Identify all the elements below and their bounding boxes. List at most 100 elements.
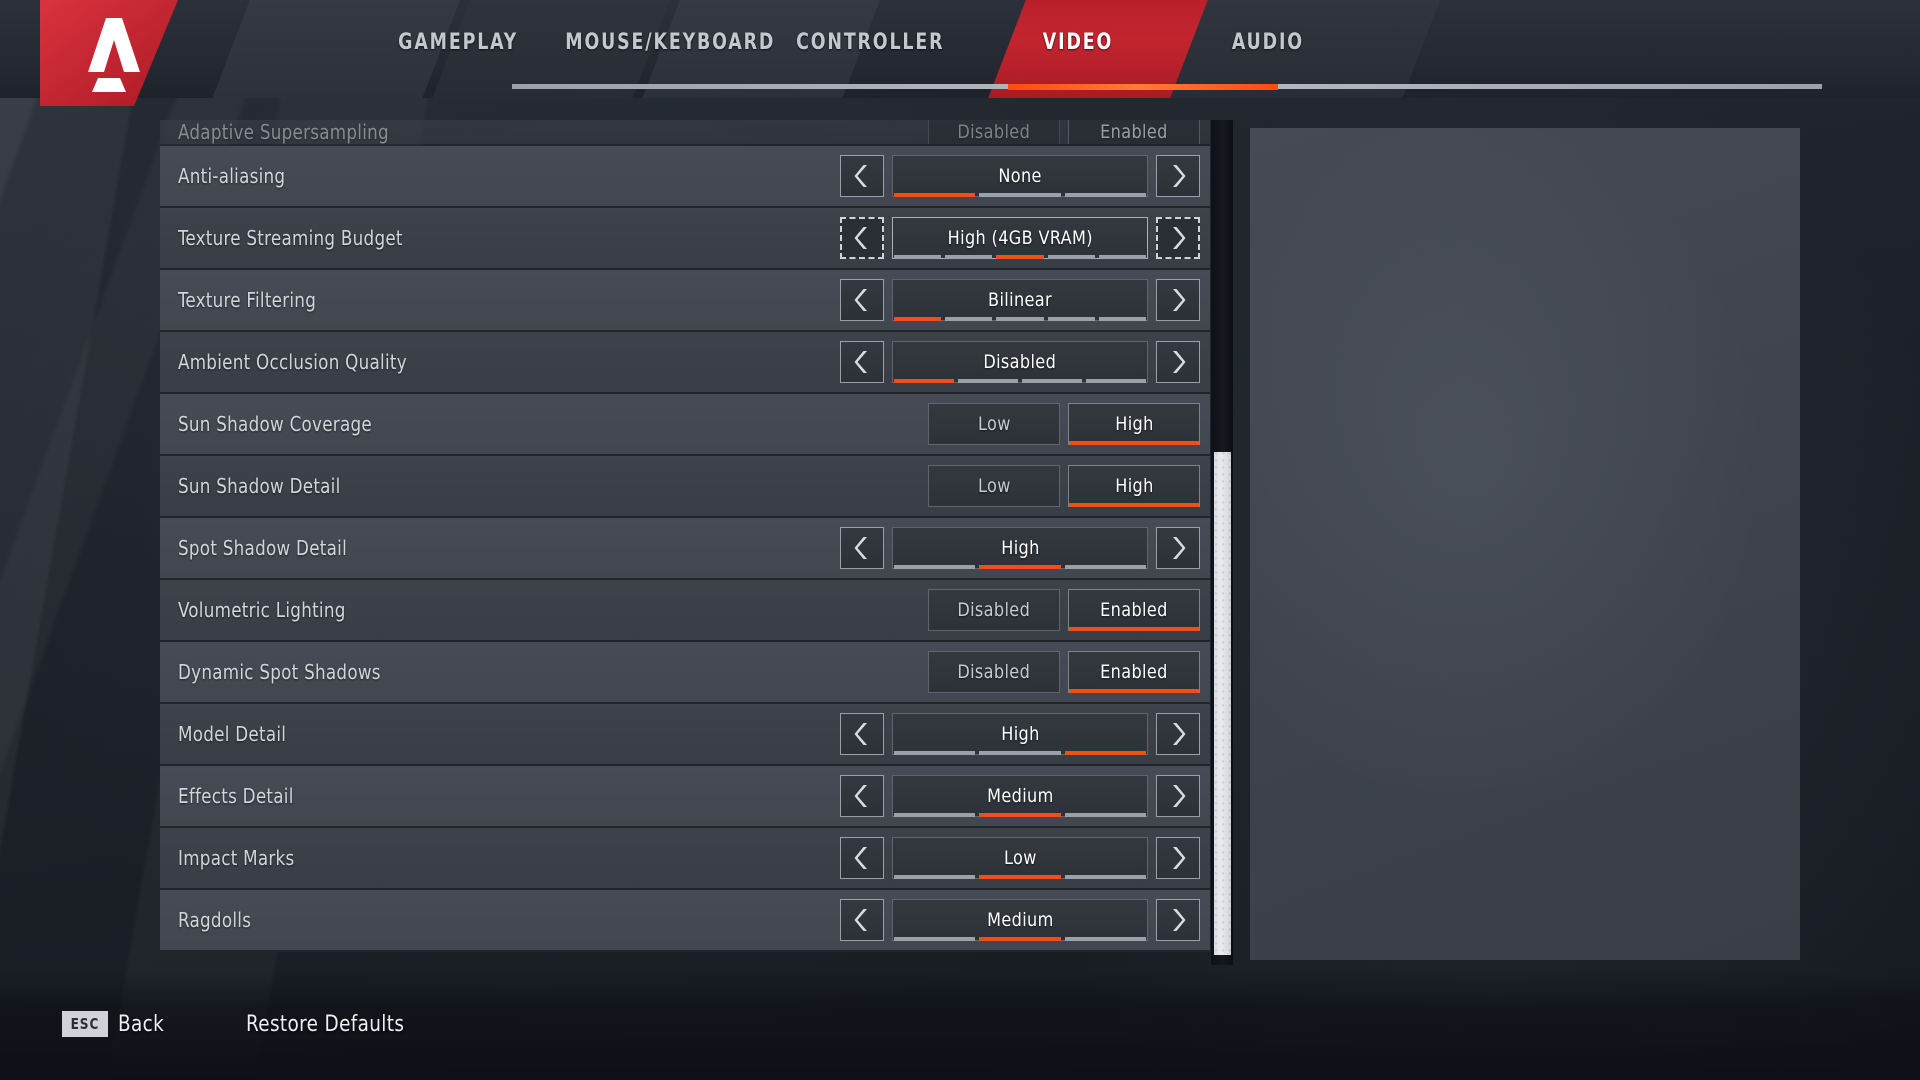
level-segment [945,255,993,259]
level-segment [894,193,976,197]
level-segment [1047,317,1095,321]
tab-mouse-keyboard[interactable]: MOUSE/KEYBOARD [545,0,795,98]
level-segment [894,937,976,941]
level-segment [1086,379,1146,383]
decrement-arrow-left-icon-ambient-occlusion-quality[interactable] [840,341,884,383]
setting-control-impact-marks: Low [840,837,1200,879]
esc-key-badge: ESC [62,1011,108,1037]
setting-label-volumetric-lighting: Volumetric Lighting [178,598,346,622]
decrement-arrow-left-icon-model-detail[interactable] [840,713,884,755]
decrement-arrow-left-icon-texture-streaming-budget[interactable] [840,217,884,259]
setting-row-spot-shadow-detail[interactable]: Spot Shadow Detail High [160,518,1210,580]
esc-key-label: ESC [70,1015,100,1033]
level-segment [894,813,976,817]
increment-arrow-right-icon-effects-detail[interactable] [1156,775,1200,817]
increment-arrow-right-icon-texture-filtering[interactable] [1156,279,1200,321]
setting-value-impact-marks[interactable]: Low [892,837,1148,879]
setting-value-texture-streaming-budget[interactable]: High (4GB VRAM) [892,217,1148,259]
setting-value-label-impact-marks: Low [1003,847,1037,869]
decrement-arrow-left-icon-spot-shadow-detail[interactable] [840,527,884,569]
setting-control-dynamic-spot-shadows: Disabled Enabled [928,651,1200,693]
level-segment [1022,379,1082,383]
increment-arrow-right-icon-spot-shadow-detail[interactable] [1156,527,1200,569]
setting-row-sun-shadow-detail[interactable]: Sun Shadow Detail Low High [160,456,1210,518]
toggle-option-high-sun-shadow-detail[interactable]: High [1068,465,1200,507]
toggle-option-label: Disabled [957,661,1031,683]
toggle-option-label: Low [977,475,1011,497]
increment-arrow-right-icon-model-detail[interactable] [1156,713,1200,755]
setting-row-texture-filtering[interactable]: Texture Filtering Bilinear [160,270,1210,332]
toggle-option-high-sun-shadow-coverage[interactable]: High [1068,403,1200,445]
setting-control-ragdolls: Medium [840,899,1200,941]
setting-value-anti-aliasing[interactable]: None [892,155,1148,197]
level-segment [894,875,976,879]
setting-label-model-detail: Model Detail [178,722,287,746]
setting-control-adaptive-supersampling: Disabled Enabled [928,120,1200,144]
tab-mouse-keyboard-label: MOUSE/KEYBOARD [565,29,775,55]
level-segment [996,255,1044,259]
level-segment [1064,875,1146,879]
setting-value-texture-filtering[interactable]: Bilinear [892,279,1148,321]
setting-level-indicator-model-detail [893,751,1147,755]
toggle-option-enabled-dynamic-spot-shadows[interactable]: Enabled [1068,651,1200,693]
setting-label-texture-filtering: Texture Filtering [178,288,317,312]
increment-arrow-right-icon-impact-marks[interactable] [1156,837,1200,879]
setting-row-adaptive-supersampling[interactable]: Adaptive Supersampling Disabled Enabled [160,120,1210,146]
setting-label-dynamic-spot-shadows: Dynamic Spot Shadows [178,660,381,684]
setting-value-effects-detail[interactable]: Medium [892,775,1148,817]
level-segment [945,317,993,321]
decrement-arrow-left-icon-anti-aliasing[interactable] [840,155,884,197]
toggle-option-label: Enabled [1100,599,1168,621]
toggle-option-disabled-volumetric-lighting[interactable]: Disabled [928,589,1060,631]
decrement-arrow-left-icon-ragdolls[interactable] [840,899,884,941]
setting-level-indicator-ambient-occlusion-quality [893,379,1147,383]
level-segment [979,875,1061,879]
toggle-option-disabled-dynamic-spot-shadows[interactable]: Disabled [928,651,1060,693]
setting-row-ambient-occlusion-quality[interactable]: Ambient Occlusion Quality Disabled [160,332,1210,394]
increment-arrow-right-icon-ragdolls[interactable] [1156,899,1200,941]
toggle-option-low-sun-shadow-coverage[interactable]: Low [928,403,1060,445]
setting-control-sun-shadow-coverage: Low High [928,403,1200,445]
tab-gameplay[interactable]: GAMEPLAY [368,0,548,98]
setting-row-texture-streaming-budget[interactable]: Texture Streaming Budget High (4GB VRAM) [160,208,1210,270]
setting-level-indicator-ragdolls [893,937,1147,941]
toggle-option-disabled-adaptive-supersampling[interactable]: Disabled [928,120,1060,144]
setting-level-indicator-texture-streaming-budget [893,255,1147,259]
setting-row-effects-detail[interactable]: Effects Detail Medium [160,766,1210,828]
decrement-arrow-left-icon-texture-filtering[interactable] [840,279,884,321]
setting-value-model-detail[interactable]: High [892,713,1148,755]
setting-row-dynamic-spot-shadows[interactable]: Dynamic Spot Shadows Disabled Enabled [160,642,1210,704]
toggle-option-low-sun-shadow-detail[interactable]: Low [928,465,1060,507]
setting-row-model-detail[interactable]: Model Detail High [160,704,1210,766]
setting-row-sun-shadow-coverage[interactable]: Sun Shadow Coverage Low High [160,394,1210,456]
level-segment [1098,317,1147,321]
setting-value-ambient-occlusion-quality[interactable]: Disabled [892,341,1148,383]
level-segment [979,751,1061,755]
decrement-arrow-left-icon-effects-detail[interactable] [840,775,884,817]
settings-scrollbar-thumb[interactable] [1214,452,1231,955]
back-button[interactable]: Back [118,1012,164,1037]
setting-value-ragdolls[interactable]: Medium [892,899,1148,941]
setting-row-ragdolls[interactable]: Ragdolls Medium [160,890,1210,952]
restore-defaults-button[interactable]: Restore Defaults [246,1012,404,1037]
increment-arrow-right-icon-ambient-occlusion-quality[interactable] [1156,341,1200,383]
setting-level-indicator-texture-filtering [893,317,1147,321]
increment-arrow-right-icon-anti-aliasing[interactable] [1156,155,1200,197]
toggle-option-enabled-volumetric-lighting[interactable]: Enabled [1068,589,1200,631]
setting-value-spot-shadow-detail[interactable]: High [892,527,1148,569]
toggle-option-label: Enabled [1100,661,1168,683]
setting-row-volumetric-lighting[interactable]: Volumetric Lighting Disabled Enabled [160,580,1210,642]
increment-arrow-right-icon-texture-streaming-budget[interactable] [1156,217,1200,259]
setting-label-ambient-occlusion-quality: Ambient Occlusion Quality [178,350,407,374]
setting-value-label-model-detail: High [1000,723,1040,745]
toggle-option-enabled-adaptive-supersampling[interactable]: Enabled [1068,120,1200,144]
setting-control-effects-detail: Medium [840,775,1200,817]
tab-controller[interactable]: CONTROLLER [768,0,973,98]
video-settings-list[interactable]: Adaptive Supersampling Disabled Enabled Ant… [160,120,1228,965]
level-segment [894,317,942,321]
setting-row-impact-marks[interactable]: Impact Marks Low [160,828,1210,890]
setting-label-effects-detail: Effects Detail [178,784,294,808]
setting-row-anti-aliasing[interactable]: Anti-aliasing None [160,146,1210,208]
decrement-arrow-left-icon-impact-marks[interactable] [840,837,884,879]
setting-label-spot-shadow-detail: Spot Shadow Detail [178,536,348,560]
